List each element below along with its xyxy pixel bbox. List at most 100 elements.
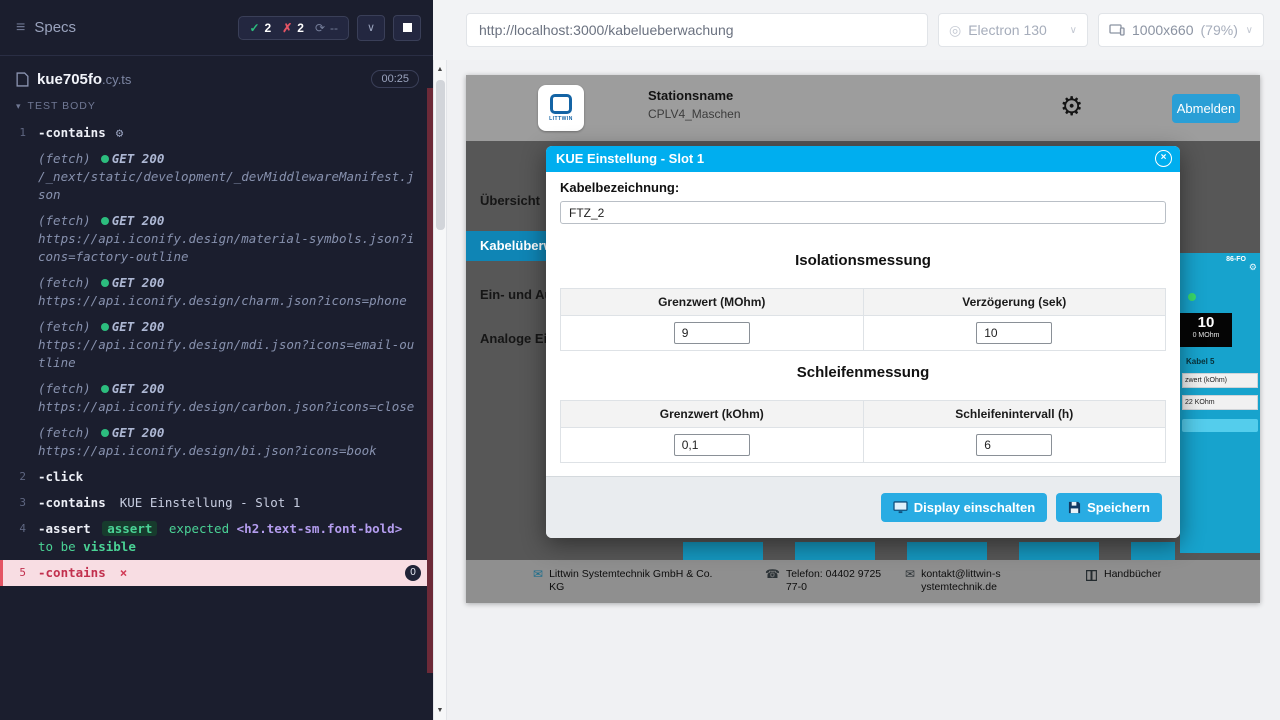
modal-header: KUE Einstellung - Slot 1	[546, 146, 1180, 172]
fetch-log-row[interactable]: (fetch)GET 200 https://api.iconify.desig…	[0, 208, 433, 270]
close-icon: ×	[120, 565, 128, 580]
viewport-selector[interactable]: 1000x660 (79%) ∨	[1098, 13, 1264, 47]
aut-viewport: LITTWIN Stationsname CPLV4_Maschen ⚙ Abm…	[447, 60, 1280, 720]
tile-gear-icon[interactable]: ⚙	[1249, 262, 1257, 273]
spec-header-row[interactable]: kue705fo .cy.ts 00:25	[0, 70, 433, 88]
command-row-assert[interactable]: 4 -assert assert expected <h2.text-sm.fo…	[0, 516, 433, 560]
command-number: 4	[0, 520, 38, 556]
fetch-label: (fetch)	[38, 381, 91, 396]
phone-number: Telefon: 04402 972577-0	[786, 568, 883, 594]
stat-passed: ✓2	[249, 21, 271, 35]
settings-gear-icon[interactable]: ⚙	[1060, 91, 1083, 122]
command-row-contains-title[interactable]: 3 -containsKUE Einstellung - Slot 1	[0, 490, 433, 516]
command-number: 3	[0, 494, 38, 512]
command-name: -contains	[38, 125, 106, 140]
cable-tile-partial	[1019, 542, 1099, 560]
kue-application: LITTWIN Stationsname CPLV4_Maschen ⚙ Abm…	[466, 75, 1260, 603]
specs-menu-icon[interactable]: ≡	[16, 19, 25, 37]
fetch-label: (fetch)	[38, 425, 91, 440]
logout-button[interactable]: Abmelden	[1172, 94, 1240, 123]
station-info: Stationsname CPLV4_Maschen	[648, 88, 741, 121]
scroll-up-arrow[interactable]: ▲	[434, 66, 446, 73]
stop-button[interactable]	[393, 15, 421, 41]
phone-icon: ☎	[765, 568, 780, 594]
test-body-label: TEST BODY	[28, 100, 96, 112]
fetch-url: https://api.iconify.design/bi.json?icons…	[38, 442, 421, 460]
test-stats[interactable]: ✓2 ✗ 2 ⟳--	[238, 16, 349, 40]
modal-footer: Display einschalten Speichern	[546, 476, 1180, 538]
fetch-status: GET 200	[112, 425, 165, 440]
chevron-down-icon: ∨	[1070, 25, 1077, 36]
manuals-label: Handbücher	[1104, 568, 1161, 582]
spec-name[interactable]: kue705fo	[37, 71, 102, 88]
grenzwert-kohm-input[interactable]	[674, 434, 750, 456]
cable-tile-partial	[1131, 542, 1175, 560]
browser-name: Electron 130	[968, 22, 1047, 38]
isolation-table: Grenzwert (MOhm) Verzögerung (sek)	[560, 288, 1166, 351]
fetch-url: https://api.iconify.design/material-symb…	[38, 230, 421, 266]
fetch-status: GET 200	[112, 275, 165, 290]
scroll-down-arrow[interactable]: ▼	[434, 707, 446, 714]
company-name: Littwin Systemtechnik GmbH & Co. KG	[549, 568, 715, 594]
save-label: Speichern	[1087, 500, 1150, 515]
command-row-contains-failed[interactable]: 5 -contains× 0	[0, 560, 433, 586]
test-body-section[interactable]: ▾ TEST BODY	[0, 100, 433, 112]
command-row-contains-gear[interactable]: 1 -contains⚙	[0, 120, 433, 146]
display-on-button[interactable]: Display einschalten	[881, 493, 1047, 522]
book-icon	[1085, 569, 1098, 582]
grenzwert-mohm-input[interactable]	[674, 322, 750, 344]
status-dot-icon	[101, 279, 109, 287]
fetch-log-row[interactable]: (fetch)GET 200 https://api.iconify.desig…	[0, 376, 433, 420]
measurement-display: 10 0 MOhm	[1180, 313, 1232, 347]
cable-designation-label: Kabelbezeichnung:	[560, 180, 679, 195]
mail-icon: ✉	[905, 568, 915, 594]
kue-settings-modal: KUE Einstellung - Slot 1 × Kabelbezeichn…	[546, 146, 1180, 538]
passed-count: 2	[265, 21, 272, 35]
command-number: 1	[0, 124, 38, 142]
fetch-log-row[interactable]: (fetch)GET 200 https://api.iconify.desig…	[0, 314, 433, 376]
fetch-log-row[interactable]: (fetch) GET 200 https://api.iconify.desig…	[0, 420, 433, 464]
tile-table-cell: zwert (kOhm)	[1182, 373, 1258, 388]
app-header: LITTWIN Stationsname CPLV4_Maschen ⚙ Abm…	[466, 75, 1260, 141]
tile-button[interactable]	[1182, 419, 1258, 432]
fetch-url: /_next/static/development/_devMiddleware…	[38, 168, 421, 204]
reporter-scrollbar[interactable]: ▲ ▼	[433, 60, 447, 720]
cable-label: Kabel 5	[1186, 357, 1260, 366]
assert-text: expected	[169, 521, 229, 536]
fetch-log-row[interactable]: (fetch) GET 200 https://api.iconify.desig…	[0, 270, 433, 314]
station-value: CPLV4_Maschen	[648, 107, 741, 121]
modal-close-icon[interactable]: ×	[1155, 150, 1172, 167]
measurement-unit: 0 MOhm	[1180, 332, 1232, 339]
spec-duration-badge: 00:25	[371, 70, 419, 88]
column-header: Grenzwert (kOhm)	[561, 401, 864, 427]
spec-extension: .cy.ts	[102, 72, 131, 87]
station-label: Stationsname	[648, 88, 741, 103]
column-header: Verzögerung (sek)	[864, 289, 1166, 315]
fetch-url: https://api.iconify.design/charm.json?ic…	[38, 292, 421, 310]
stat-skipped: ⟳--	[315, 21, 338, 35]
save-button[interactable]: Speichern	[1056, 493, 1162, 522]
status-ok-dot	[1188, 293, 1196, 301]
browser-selector[interactable]: ◎ Electron 130 ∨	[938, 13, 1088, 47]
fetch-label: (fetch)	[38, 275, 91, 290]
email-address[interactable]: kontakt@littwin-systemtechnik.de	[921, 568, 1001, 594]
status-dot-icon	[101, 429, 109, 437]
url-input[interactable]: http://localhost:3000/kabelueberwachung	[466, 13, 928, 47]
viewport-size: 1000x660	[1132, 22, 1194, 38]
collapse-button[interactable]: ∨	[357, 15, 385, 41]
scrollbar-thumb[interactable]	[436, 80, 445, 230]
failed-count: 2	[297, 21, 304, 35]
fetch-status: GET 200	[112, 151, 165, 166]
fetch-log-row[interactable]: (fetch)GET 200 /_next/static/development…	[0, 146, 433, 208]
command-row-click[interactable]: 2 -click	[0, 464, 433, 490]
schleifenintervall-input[interactable]	[976, 434, 1052, 456]
command-name: -contains	[38, 565, 106, 580]
isolation-section-title: Isolationsmessung	[546, 252, 1180, 269]
footer-manuals[interactable]: Handbücher	[1085, 568, 1161, 582]
command-argument: KUE Einstellung - Slot 1	[120, 495, 301, 510]
cable-designation-input[interactable]	[560, 201, 1166, 224]
x-icon: ✗	[282, 21, 292, 35]
column-header: Schleifenintervall (h)	[864, 401, 1166, 427]
specs-link[interactable]: Specs	[34, 19, 76, 36]
verzoegerung-input[interactable]	[976, 322, 1052, 344]
